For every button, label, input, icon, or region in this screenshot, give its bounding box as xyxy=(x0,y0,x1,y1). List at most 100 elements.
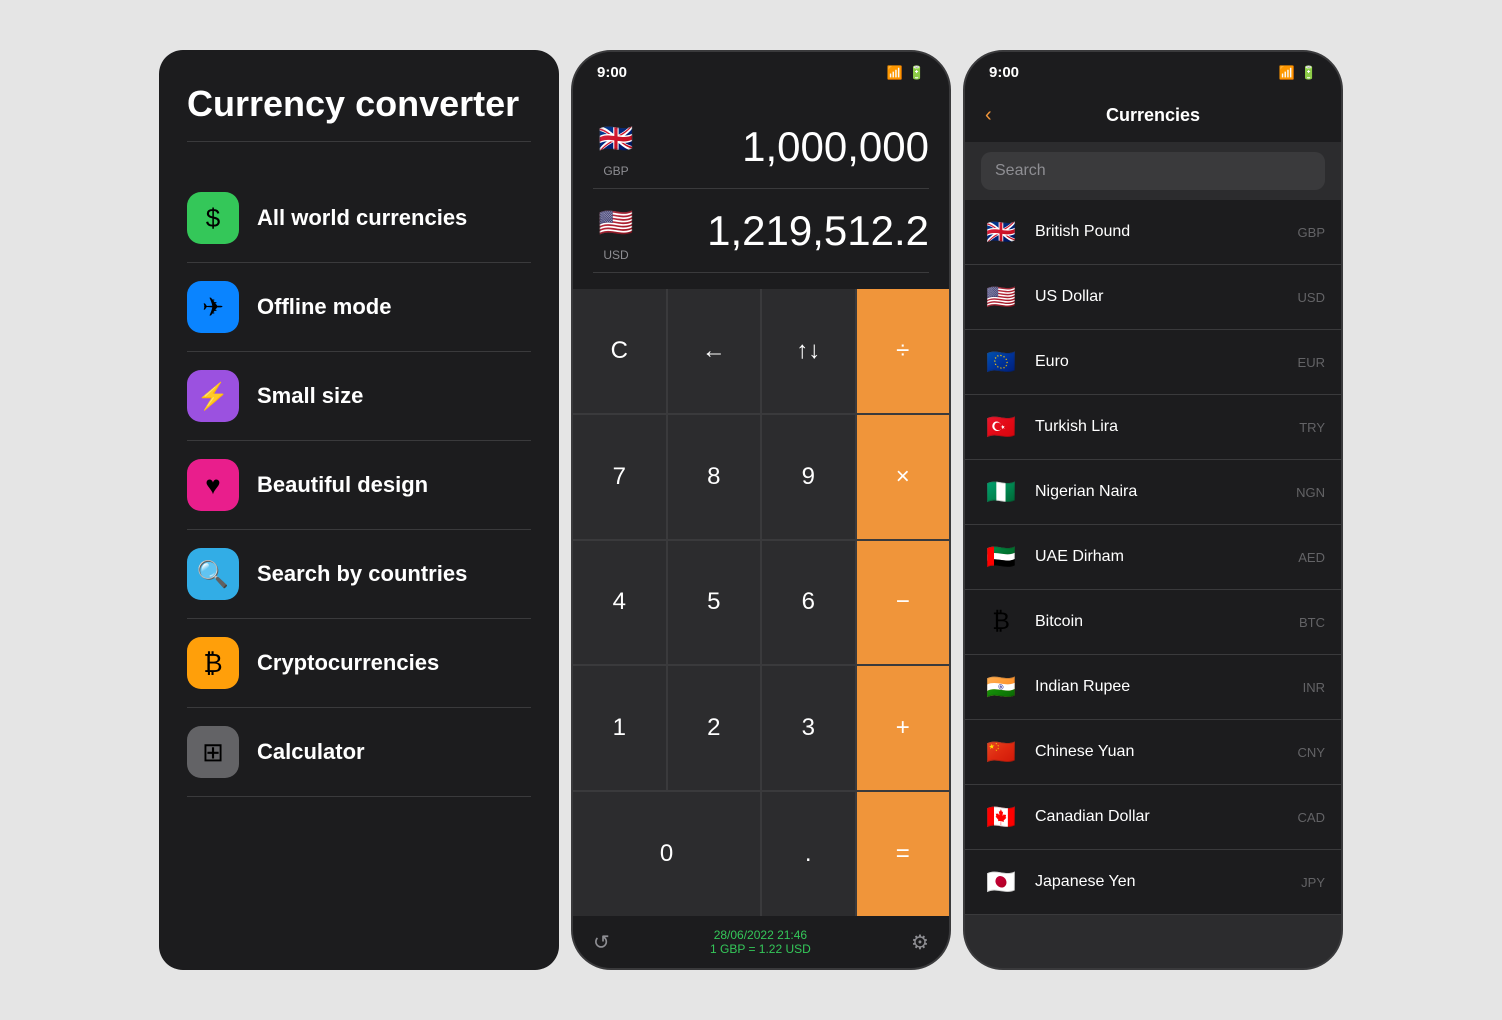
currency-list-item[interactable]: 🇳🇬Nigerian NairaNGN xyxy=(965,460,1341,525)
small-size-label: Small size xyxy=(257,383,363,409)
currency-list-item[interactable]: ₿ BitcoinBTC xyxy=(965,590,1341,655)
dot-button[interactable]: . xyxy=(762,792,855,916)
currency-list-item[interactable]: 🇦🇪UAE DirhamAED xyxy=(965,525,1341,590)
seven-button[interactable]: 7 xyxy=(573,415,666,539)
calculator-grid: C ← ↑↓ ÷ 7 8 9 × 4 5 6 − 1 2 3 + 0 . = xyxy=(573,289,949,916)
currency-list-item[interactable]: 🇨🇳Chinese YuanCNY xyxy=(965,720,1341,785)
back-button[interactable]: ‹ xyxy=(985,104,992,127)
currency-flag: ₿ xyxy=(981,602,1021,642)
currency-code: BTC xyxy=(1299,615,1325,630)
cryptocurrencies-label: Cryptocurrencies xyxy=(257,650,439,676)
zero-button[interactable]: 0 xyxy=(573,792,760,916)
currency-code: TRY xyxy=(1299,420,1325,435)
currency-name: British Pound xyxy=(1035,223,1298,241)
beautiful-design-icon: ♥ xyxy=(187,459,239,511)
menu-item-beautiful-design[interactable]: ♥ Beautiful design xyxy=(187,441,531,530)
battery-icon: 🔋 xyxy=(909,65,925,81)
rate-value: 1 GBP = 1.22 USD xyxy=(710,942,811,956)
currency-list-item[interactable]: 🇨🇦Canadian DollarCAD xyxy=(965,785,1341,850)
currencies-title: Currencies xyxy=(1106,105,1200,126)
middle-phone: 9:00 📶 🔋 🇬🇧 GBP 1,000,000 🇺🇸 USD 1,219,5 xyxy=(571,50,951,970)
four-button[interactable]: 4 xyxy=(573,541,666,665)
currency-flag: 🇮🇳 xyxy=(981,667,1021,707)
three-button[interactable]: 3 xyxy=(762,666,855,790)
eight-button[interactable]: 8 xyxy=(668,415,761,539)
equals-button[interactable]: = xyxy=(857,792,950,916)
converter-display: 🇬🇧 GBP 1,000,000 🇺🇸 USD 1,219,512.2 xyxy=(573,89,949,289)
currency-list-item[interactable]: 🇹🇷Turkish LiraTRY xyxy=(965,395,1341,460)
all-currencies-icon: $ xyxy=(187,192,239,244)
currency-name: Indian Rupee xyxy=(1035,678,1303,696)
calculator-label: Calculator xyxy=(257,739,365,765)
minus-button[interactable]: − xyxy=(857,541,950,665)
menu-item-search-countries[interactable]: 🔍 Search by countries xyxy=(187,530,531,619)
divide-button[interactable]: ÷ xyxy=(857,289,950,413)
six-button[interactable]: 6 xyxy=(762,541,855,665)
currency-name: Turkish Lira xyxy=(1035,418,1299,436)
from-currency-row[interactable]: 🇬🇧 GBP 1,000,000 xyxy=(593,105,929,189)
one-button[interactable]: 1 xyxy=(573,666,666,790)
app-title: Currency converter xyxy=(187,82,531,142)
small-size-icon: ⚡ xyxy=(187,370,239,422)
menu-item-calculator[interactable]: ⊞ Calculator xyxy=(187,708,531,797)
menu-item-small-size[interactable]: ⚡ Small size xyxy=(187,352,531,441)
currencies-header: ‹ Currencies xyxy=(965,89,1341,142)
beautiful-design-label: Beautiful design xyxy=(257,472,428,498)
currency-flag: 🇬🇧 xyxy=(981,212,1021,252)
currency-flag: 🇨🇳 xyxy=(981,732,1021,772)
status-time: 9:00 xyxy=(597,64,627,81)
currency-name: Canadian Dollar xyxy=(1035,808,1298,826)
status-icons: 📶 🔋 xyxy=(887,65,925,81)
menu-item-offline-mode[interactable]: ✈Offline mode xyxy=(187,263,531,352)
currency-name: UAE Dirham xyxy=(1035,548,1298,566)
multiply-button[interactable]: × xyxy=(857,415,950,539)
to-currency-row[interactable]: 🇺🇸 USD 1,219,512.2 xyxy=(593,189,929,273)
menu-item-all-currencies[interactable]: $ All world currencies xyxy=(187,174,531,263)
menu-item-cryptocurrencies[interactable]: ₿ Cryptocurrencies xyxy=(187,619,531,708)
currency-code: NGN xyxy=(1296,485,1325,500)
from-amount: 1,000,000 xyxy=(742,123,929,171)
to-amount: 1,219,512.2 xyxy=(707,207,929,255)
currency-code: JPY xyxy=(1301,875,1325,890)
currency-name: Bitcoin xyxy=(1035,613,1299,631)
currency-code: EUR xyxy=(1298,355,1325,370)
search-countries-label: Search by countries xyxy=(257,561,467,587)
two-button[interactable]: 2 xyxy=(668,666,761,790)
currency-list-item[interactable]: 🇬🇧 British PoundGBP xyxy=(965,200,1341,265)
currency-code: GBP xyxy=(1298,225,1325,240)
right-wifi-icon: 📶 xyxy=(1279,65,1295,81)
calculator-icon: ⊞ xyxy=(187,726,239,778)
currency-list-item[interactable]: 🇯🇵Japanese YenJPY xyxy=(965,850,1341,915)
backspace-button[interactable]: ← xyxy=(668,289,761,413)
to-flag: 🇺🇸 xyxy=(593,199,639,245)
currency-flag: 🇦🇪 xyxy=(981,537,1021,577)
settings-icon[interactable]: ⚙ xyxy=(911,930,929,955)
currency-list-item[interactable]: 🇺🇸 US DollarUSD xyxy=(965,265,1341,330)
nine-button[interactable]: 9 xyxy=(762,415,855,539)
currency-name: US Dollar xyxy=(1035,288,1298,306)
currency-list: 🇬🇧 British PoundGBP 🇺🇸 US DollarUSD 🇪🇺EuroEU… xyxy=(965,200,1341,968)
search-countries-icon: 🔍 xyxy=(187,548,239,600)
currency-code: USD xyxy=(1298,290,1325,305)
from-currency-info: 🇬🇧 GBP xyxy=(593,115,639,178)
currency-code: INR xyxy=(1303,680,1325,695)
cryptocurrencies-icon: ₿ xyxy=(187,637,239,689)
status-bar: 9:00 📶 🔋 xyxy=(573,52,949,89)
refresh-icon[interactable]: ↺ xyxy=(593,930,610,955)
rate-date: 28/06/2022 21:46 xyxy=(710,928,811,942)
clear-button[interactable]: C xyxy=(573,289,666,413)
app-container: Currency converter $ All world currencies… xyxy=(139,30,1363,990)
search-placeholder: Search xyxy=(995,162,1046,179)
plus-button[interactable]: + xyxy=(857,666,950,790)
left-panel: Currency converter $ All world currencies… xyxy=(159,50,559,970)
to-code: USD xyxy=(603,248,628,262)
currency-list-item[interactable]: 🇪🇺EuroEUR xyxy=(965,330,1341,395)
currency-list-item[interactable]: 🇮🇳 Indian RupeeINR xyxy=(965,655,1341,720)
all-currencies-label: All world currencies xyxy=(257,205,467,231)
right-battery-icon: 🔋 xyxy=(1301,65,1317,81)
currency-name: Chinese Yuan xyxy=(1035,743,1298,761)
currency-flag: 🇺🇸 xyxy=(981,277,1021,317)
swap-button[interactable]: ↑↓ xyxy=(762,289,855,413)
five-button[interactable]: 5 xyxy=(668,541,761,665)
search-bar[interactable]: Search xyxy=(981,152,1325,190)
